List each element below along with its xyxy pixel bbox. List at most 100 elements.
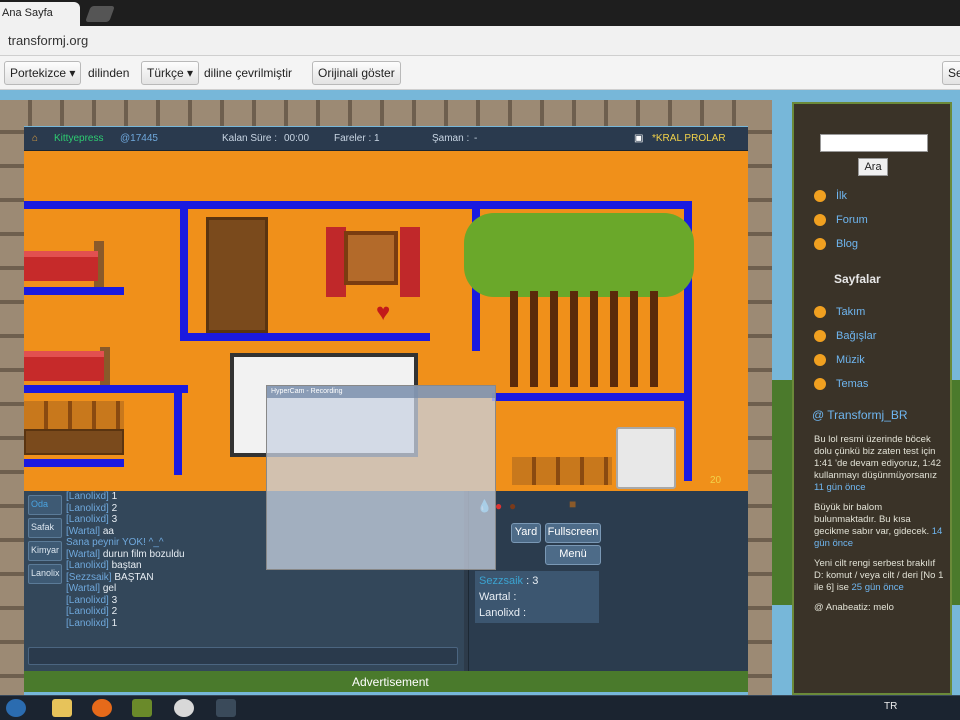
chat-line: [Lanolixd] 1 bbox=[66, 618, 456, 630]
chat-text: 2 bbox=[111, 502, 118, 514]
chat-line: [Wartal] gel bbox=[66, 583, 456, 595]
nav-link[interactable]: İlk bbox=[814, 190, 847, 203]
nav-link[interactable]: Forum bbox=[814, 214, 868, 227]
twitter-feed: Bu lol resmi üzerinde böcek dolu çünkü b… bbox=[814, 434, 946, 622]
nav-link[interactable]: Bağışlar bbox=[814, 330, 876, 343]
from-suffix-label: dilinden bbox=[88, 66, 130, 80]
site-sidebar: Ara İlk Forum Blog Sayfalar Takım Bağışl… bbox=[792, 102, 952, 695]
recording-overlay: HyperCam - Recording bbox=[266, 385, 496, 570]
feed-item: Yeni cilt rengi serbest brakılıf D: komu… bbox=[814, 558, 946, 594]
chat-tab[interactable]: Safak bbox=[28, 518, 62, 538]
pages-heading: Sayfalar bbox=[834, 272, 881, 286]
translate-settings-button[interactable]: Se bbox=[942, 61, 960, 85]
table bbox=[24, 429, 124, 455]
chat-text: BAŞTAN bbox=[114, 571, 154, 583]
nav-link[interactable]: Blog bbox=[814, 238, 858, 251]
bullet-icon bbox=[814, 238, 826, 251]
nav-link[interactable]: Temas bbox=[814, 378, 868, 391]
curtain bbox=[326, 227, 346, 297]
separator: : bbox=[510, 591, 517, 603]
chat-line: [Lanolixd] 3 bbox=[66, 595, 456, 607]
room-name: *KRAL PROLAR bbox=[652, 133, 726, 144]
chat-text: baştan bbox=[111, 560, 142, 571]
nav-link[interactable]: Müzik bbox=[814, 354, 865, 367]
shaman-label: Şaman : bbox=[432, 133, 470, 144]
platform bbox=[492, 393, 692, 401]
chrome-icon[interactable] bbox=[174, 699, 194, 717]
house-icon: ⌂ bbox=[32, 133, 39, 144]
platform bbox=[24, 459, 124, 467]
platform bbox=[180, 333, 430, 341]
chat-tabs: Oda Safak Kimyar Lanolix bbox=[28, 495, 62, 587]
chat-tab[interactable]: Kimyar bbox=[28, 541, 62, 561]
browser-tabbar: Ana Sayfa bbox=[0, 0, 960, 26]
separator: : bbox=[519, 607, 527, 619]
chat-author[interactable]: [Wartal] bbox=[66, 583, 100, 594]
chat-input[interactable] bbox=[28, 647, 458, 665]
crates bbox=[24, 401, 124, 429]
chat-author[interactable]: [Lanolixd] bbox=[66, 560, 109, 571]
search-button[interactable]: Ara bbox=[858, 158, 888, 176]
to-suffix-label: diline çevrilmiştir bbox=[204, 66, 293, 80]
bullet-icon bbox=[814, 330, 826, 343]
mouse-counter: 20 bbox=[710, 475, 722, 486]
feed-time[interactable]: 25 gün önce bbox=[852, 582, 904, 593]
platform bbox=[24, 385, 188, 393]
app-icon[interactable] bbox=[132, 699, 152, 717]
chat-system-text: Sana peynir YOK! ^_^ bbox=[66, 537, 164, 548]
bed bbox=[24, 351, 104, 381]
stone-border-right bbox=[748, 100, 772, 695]
search-input[interactable] bbox=[820, 134, 928, 152]
taskbar: TR bbox=[0, 695, 960, 720]
to-language-select[interactable]: Türkçe ▾ bbox=[141, 61, 200, 85]
fullscreen-button[interactable]: Fullscreen bbox=[545, 523, 601, 543]
mice-label: Fareler : bbox=[334, 133, 372, 144]
chat-text: aa bbox=[102, 525, 114, 537]
feed-title[interactable]: @ Transformj_BR bbox=[812, 408, 908, 422]
chat-author[interactable]: [Lanolixd] bbox=[66, 595, 109, 606]
time-value: 00:00 bbox=[284, 133, 310, 144]
language-indicator[interactable]: TR bbox=[884, 701, 897, 712]
new-tab-button[interactable] bbox=[85, 6, 115, 22]
chat-author[interactable]: [Lanolixd] bbox=[66, 503, 109, 514]
player-panel: 💧 ● ● ■ Yard Fullscreen Menü Sezzsaik : … bbox=[468, 491, 748, 671]
chat-text: gel bbox=[102, 583, 117, 594]
from-language-select[interactable]: Portekizce ▾ bbox=[4, 61, 82, 85]
bookshelf bbox=[206, 217, 268, 333]
player-row[interactable]: Wartal : bbox=[479, 589, 595, 605]
feed-time[interactable]: 11 gün önce bbox=[814, 482, 866, 493]
folder-icon[interactable] bbox=[52, 699, 72, 717]
chat-author[interactable]: [Lanolixd] bbox=[66, 491, 109, 502]
chat-author[interactable]: [Wartal] bbox=[66, 549, 100, 560]
chat-tab[interactable]: Lanolix bbox=[28, 564, 62, 584]
stone-border-left bbox=[0, 100, 24, 695]
show-original-button[interactable]: Orijinali göster bbox=[312, 61, 401, 85]
player-row[interactable]: Lanolixd : bbox=[479, 605, 595, 621]
chat-author[interactable]: [Wartal] bbox=[66, 526, 100, 537]
start-icon[interactable] bbox=[6, 699, 26, 717]
bullet-icon bbox=[814, 306, 826, 319]
chat-author[interactable]: [Lanolixd] bbox=[66, 618, 109, 629]
tree-trunks bbox=[510, 291, 660, 387]
platform bbox=[24, 201, 692, 209]
chat-tab[interactable]: Oda bbox=[28, 495, 62, 515]
platform bbox=[24, 287, 124, 295]
platform bbox=[180, 201, 188, 341]
address-bar[interactable]: transformj.org bbox=[0, 26, 960, 56]
curtain bbox=[400, 227, 420, 297]
menu-button[interactable]: Menü bbox=[545, 545, 601, 565]
firefox-icon[interactable] bbox=[92, 699, 112, 717]
chat-line: [Lanolixd] 2 bbox=[66, 606, 456, 618]
feed-item: Bu lol resmi üzerinde böcek dolu çünkü b… bbox=[814, 434, 946, 494]
window bbox=[344, 231, 398, 285]
chat-author[interactable]: [Lanolixd] bbox=[66, 606, 109, 617]
chat-author[interactable]: [Lanolixd] bbox=[66, 514, 109, 525]
player-row[interactable]: Sezzsaik : 3 bbox=[479, 573, 595, 589]
nav-link[interactable]: Takım bbox=[814, 306, 865, 319]
browser-tab-home[interactable]: Ana Sayfa bbox=[0, 2, 80, 26]
app-icon[interactable] bbox=[216, 699, 236, 717]
advertisement-bar: Advertisement bbox=[24, 671, 748, 692]
chat-author[interactable]: [Sezzsaik] bbox=[66, 572, 112, 583]
help-button[interactable]: Yard bbox=[511, 523, 541, 543]
emote-icon: ● bbox=[495, 499, 503, 513]
